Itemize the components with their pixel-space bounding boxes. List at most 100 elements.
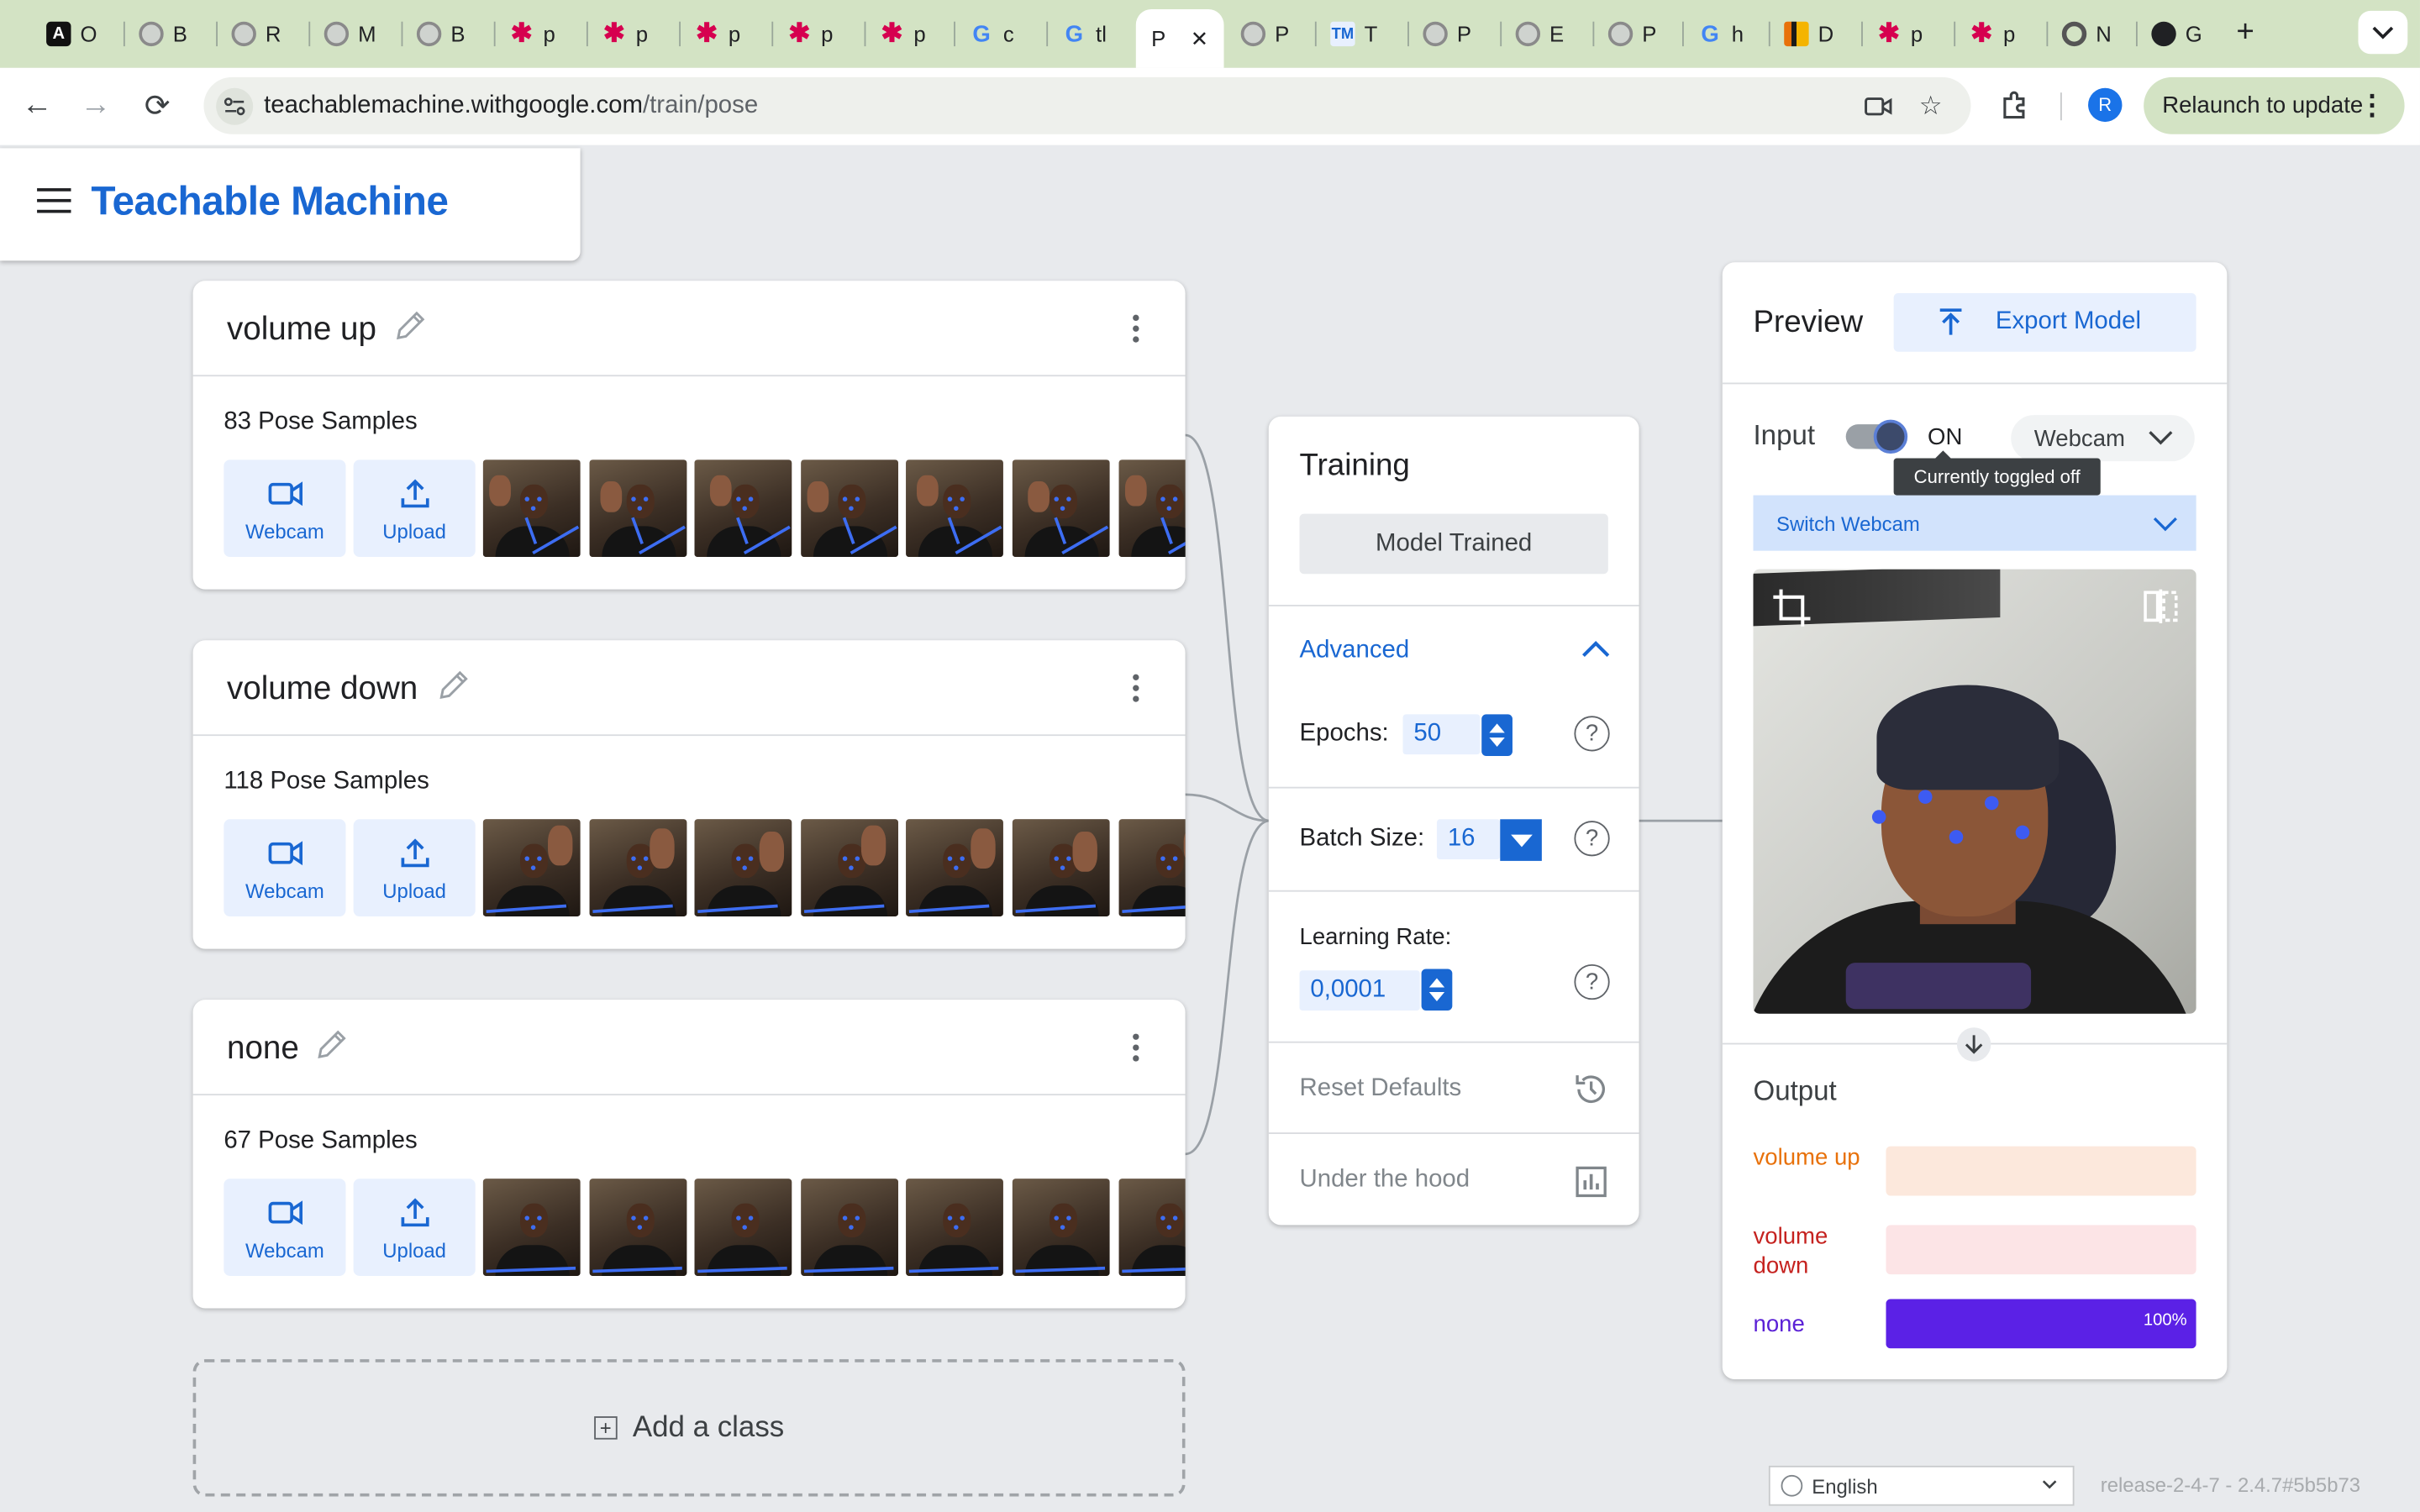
more-options-icon[interactable] (1133, 1033, 1142, 1067)
sample-thumbnail[interactable] (1012, 459, 1110, 558)
language-select[interactable]: English (1768, 1465, 2075, 1506)
reload-icon[interactable]: ⟳ (139, 87, 176, 123)
learning-rate-help-icon[interactable]: ? (1574, 963, 1610, 1000)
epochs-help-icon[interactable]: ? (1574, 716, 1610, 752)
close-tab-icon[interactable]: ✕ (1191, 25, 1209, 51)
browser-tab[interactable]: N (2061, 14, 2112, 55)
browser-tab[interactable]: ✱ p (1970, 14, 2015, 55)
browser-tab[interactable]: ✱ p (1876, 14, 1923, 55)
sample-thumbnail[interactable] (694, 1179, 792, 1276)
edit-pencil-icon[interactable] (315, 1027, 349, 1061)
menu-icon[interactable] (37, 188, 71, 213)
edit-pencil-icon[interactable] (393, 308, 427, 342)
sample-thumbnail[interactable] (1118, 1179, 1186, 1276)
browser-tab[interactable]: AO (46, 14, 97, 55)
train-model-button[interactable]: Model Trained (1299, 513, 1608, 575)
browser-tab[interactable]: R (231, 14, 281, 55)
class-name[interactable]: none (227, 1031, 299, 1068)
batch-size-select[interactable]: 16 (1436, 819, 1501, 860)
sample-thumbnail[interactable] (1118, 819, 1186, 916)
app-title[interactable]: Teachable Machine (91, 177, 449, 225)
webcam-button[interactable]: Webcam (224, 819, 346, 916)
site-info-icon[interactable] (216, 87, 254, 125)
batch-size-help-icon[interactable]: ? (1574, 821, 1610, 857)
sample-thumbnail[interactable] (906, 1179, 1004, 1276)
browser-tab[interactable]: Gh (1697, 14, 1744, 55)
more-options-icon[interactable] (1133, 314, 1142, 348)
tab-search-button[interactable] (2358, 10, 2408, 55)
upload-button[interactable]: Upload (353, 459, 476, 558)
switch-webcam-select[interactable]: Switch Webcam (1753, 495, 2196, 551)
add-class-button[interactable]: + Add a class (192, 1359, 1186, 1497)
epochs-input[interactable]: 50 (1402, 714, 1481, 755)
browser-tab[interactable]: Gtl (1062, 14, 1107, 55)
bookmark-star-icon[interactable]: ☆ (1915, 91, 1946, 122)
browser-tab[interactable]: P (1240, 14, 1289, 55)
chevron-up-icon[interactable] (1581, 638, 1612, 659)
flip-icon[interactable] (2144, 588, 2178, 625)
class-name[interactable]: volume down (227, 671, 418, 708)
browser-tab[interactable]: TM T (1330, 14, 1377, 55)
bar-chart-icon[interactable] (1573, 1163, 1610, 1200)
extensions-icon[interactable] (2000, 90, 2031, 121)
relaunch-button[interactable]: Relaunch to update ⋮ (2144, 76, 2405, 134)
sample-thumbnail[interactable] (588, 1179, 687, 1276)
input-source-select[interactable]: Webcam (2011, 415, 2195, 462)
sample-thumbnail[interactable] (588, 459, 687, 558)
browser-tab[interactable]: G (2151, 14, 2202, 55)
crop-icon[interactable] (1772, 588, 1812, 628)
sample-thumbnail[interactable] (906, 819, 1004, 916)
sample-thumbnail[interactable] (482, 1179, 581, 1276)
sample-thumbnail[interactable] (588, 819, 687, 916)
browser-tab[interactable]: D (1784, 14, 1833, 55)
learning-rate-input[interactable]: 0,0001 (1299, 970, 1420, 1011)
advanced-toggle[interactable]: Advanced (1300, 638, 1410, 665)
sample-thumbnail[interactable] (694, 819, 792, 916)
reset-defaults-button[interactable]: Reset Defaults (1300, 1075, 1462, 1103)
chevron-down-icon[interactable] (1500, 819, 1542, 861)
sample-thumbnail[interactable] (800, 819, 898, 916)
sample-thumbnail[interactable] (482, 459, 581, 558)
browser-tab[interactable]: P (1607, 14, 1656, 55)
sample-thumbnail[interactable] (694, 459, 792, 558)
sample-thumbnail[interactable] (906, 459, 1004, 558)
camera-in-use-icon[interactable] (1863, 91, 1894, 122)
export-model-button[interactable]: Export Model (1893, 292, 2196, 352)
edit-pencil-icon[interactable] (437, 668, 471, 701)
browser-tab[interactable]: ✱ p (602, 14, 648, 55)
under-the-hood-button[interactable]: Under the hood (1300, 1167, 1470, 1194)
browser-tab[interactable]: Gc (969, 14, 1013, 55)
browser-tab[interactable]: B (416, 14, 465, 55)
browser-tab[interactable]: M (324, 14, 376, 55)
upload-button[interactable]: Upload (353, 1179, 476, 1276)
sample-thumbnail[interactable] (482, 819, 581, 916)
browser-tab[interactable]: ✱ p (787, 14, 833, 55)
input-toggle[interactable] (1845, 419, 1908, 454)
sample-thumbnail[interactable] (1012, 819, 1110, 916)
webcam-button[interactable]: Webcam (224, 459, 346, 558)
epochs-stepper[interactable] (1481, 714, 1512, 756)
forward-icon[interactable]: → (77, 87, 114, 123)
sample-thumbnail[interactable] (1118, 459, 1186, 558)
new-tab-icon[interactable]: + (2236, 15, 2254, 50)
browser-tab[interactable]: ✱ p (695, 14, 740, 55)
sample-thumbnail[interactable] (800, 1179, 898, 1276)
collapse-arrow-icon[interactable] (1956, 1027, 1991, 1062)
learning-rate-stepper[interactable] (1421, 969, 1453, 1011)
browser-tab[interactable]: E (1515, 14, 1564, 55)
more-options-icon[interactable] (1133, 674, 1142, 707)
sample-thumbnail[interactable] (1012, 1179, 1110, 1276)
profile-avatar[interactable]: R (2088, 87, 2123, 123)
browser-tab[interactable]: P ✕ (1135, 9, 1224, 68)
sample-thumbnail[interactable] (800, 459, 898, 558)
history-icon[interactable] (1573, 1071, 1610, 1108)
upload-button[interactable]: Upload (353, 819, 476, 916)
browser-tab[interactable]: B (139, 14, 187, 55)
class-name[interactable]: volume up (227, 312, 376, 349)
address-bar[interactable]: teachablemachine.withgoogle.com/train/po… (203, 76, 1971, 134)
browser-tab[interactable]: ✱ p (880, 14, 926, 55)
browser-tab[interactable]: P (1423, 14, 1471, 55)
webcam-button[interactable]: Webcam (224, 1179, 346, 1276)
browser-tab[interactable]: ✱ p (509, 14, 555, 55)
back-icon[interactable]: ← (18, 87, 55, 123)
